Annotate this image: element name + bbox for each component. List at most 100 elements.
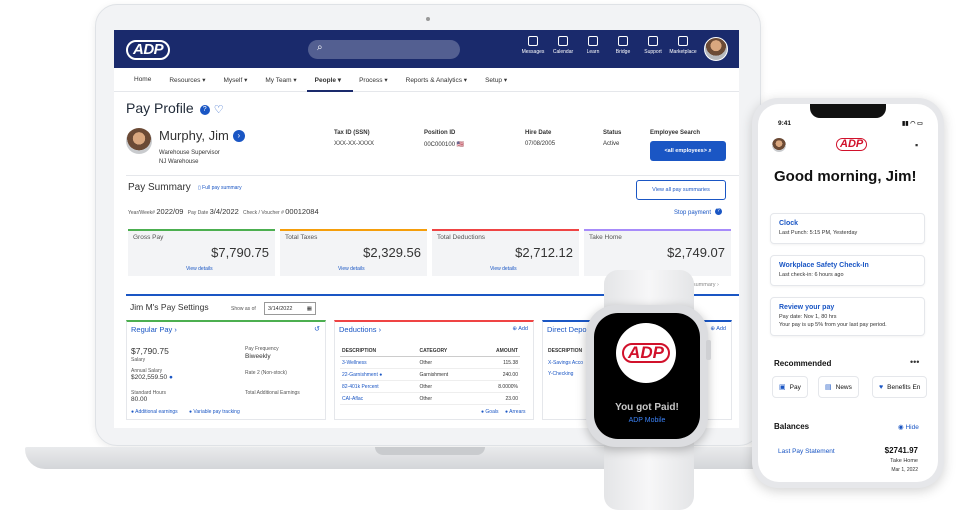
take-home-amount: $2,749.07 (667, 245, 725, 260)
nav-people[interactable]: People ▾ (306, 76, 354, 92)
deductions-title-label: Deductions (339, 325, 377, 334)
variable-pay-tracking-link[interactable]: ● Variable pay tracking (189, 409, 240, 415)
marketplace-label: Marketplace (669, 49, 697, 55)
adp-logo[interactable]: ADP (126, 40, 171, 60)
take-home-label: Take Home (589, 234, 622, 241)
total-deductions-label: Total Deductions (437, 234, 486, 241)
total-taxes-amount: $2,329.56 (363, 245, 421, 260)
regular-pay-panel: Regular Pay › ↺ $7,790.75 Salary Pay Fre… (126, 320, 326, 420)
info-icon[interactable]: ● (379, 372, 382, 378)
regular-pay-title[interactable]: Regular Pay › (131, 325, 177, 334)
history-icon[interactable]: ↺ (314, 325, 320, 333)
learn-button[interactable]: Learn (581, 36, 605, 55)
search-input[interactable]: ⌕ (308, 40, 460, 59)
messages-icon[interactable]: ▪ (915, 140, 918, 150)
date-field[interactable]: 3/14/2022 ▦ (264, 302, 316, 315)
nav-my-team[interactable]: My Team ▾ (265, 76, 296, 84)
table-row[interactable]: 3-Wellness Other 115.38 (340, 356, 520, 369)
check-label: Check / Voucher # (243, 210, 284, 216)
review-pay-card[interactable]: Review your pay Pay date: Nov 1, 80 hrs … (770, 297, 925, 336)
deduction-description[interactable]: 82-401k Percent (340, 380, 418, 393)
deduction-description[interactable]: 3-Wellness (340, 356, 418, 369)
add-deduction-button[interactable]: ⊕ Add (512, 326, 528, 332)
hire-date-label: Hire Date (525, 130, 552, 136)
table-row[interactable]: 82-401k Percent Other 8.0000% (340, 380, 520, 393)
safety-checkin-title: Workplace Safety Check-In (779, 262, 869, 269)
pay-chip[interactable]: ▣ Pay (772, 376, 808, 398)
adp-logo: ADP (836, 138, 868, 151)
standard-hours-value: 80.00 (131, 396, 148, 403)
nav-myself[interactable]: Myself ▾ (223, 76, 247, 84)
deposit-row[interactable]: Y-Checking (548, 371, 573, 377)
goals-link[interactable]: ● Goals (481, 409, 498, 415)
phone-notch (810, 104, 886, 118)
review-pay-detail: Your pay is up 5% from your last pay per… (779, 322, 887, 328)
benefits-chip-label: Benefits En (887, 383, 921, 391)
bridge-label: Bridge (615, 49, 631, 55)
direct-deposit-title[interactable]: Direct Depo (547, 325, 587, 334)
favorite-icon[interactable]: ♡ (214, 104, 224, 116)
help-icon[interactable]: ? (199, 105, 210, 115)
marketplace-button[interactable]: Marketplace (669, 36, 697, 55)
arrears-link[interactable]: ● Arrears (505, 409, 526, 415)
all-employees-button[interactable]: <all employees> ⌕ (650, 141, 726, 161)
stop-payment-label: Stop payment (674, 210, 712, 216)
table-header-row: DESCRIPTION CATEGORY AMOUNT (340, 346, 520, 357)
help-icon: ? (714, 208, 722, 215)
add-deposit-button[interactable]: ⊕ Add (710, 326, 726, 332)
regular-pay-title-label: Regular Pay (131, 325, 173, 334)
hide-button[interactable]: ◉ Hide (898, 423, 919, 431)
more-icon[interactable]: ••• (910, 357, 919, 367)
avatar[interactable] (704, 37, 728, 61)
rate2-label: Rate 2 (Non-stock) (245, 370, 287, 376)
news-chip[interactable]: ▤ News (818, 376, 859, 398)
laptop-notch (375, 447, 485, 455)
employee-name-row: Murphy, Jim › (159, 128, 245, 143)
calendar-icon (558, 36, 568, 46)
employee-role: Warehouse Supervisor (159, 150, 220, 156)
table-row[interactable]: CAI-Aflac Other 23.00 (340, 392, 520, 405)
info-icon[interactable]: ● (169, 374, 173, 381)
calendar-button[interactable]: Calendar (551, 36, 575, 55)
full-pay-summary-link[interactable]: ▯ Full pay summary (198, 185, 242, 191)
support-button[interactable]: Support (641, 36, 665, 55)
table-row[interactable]: 22-Garnishment ● Garnishment 240.00 (340, 368, 520, 381)
page-title: Pay Profile (126, 100, 194, 116)
nav-home[interactable]: Home (134, 76, 151, 83)
pay-date-value: 3/4/2022 (209, 207, 239, 216)
clock-title: Clock (779, 220, 799, 227)
messages-button[interactable]: Messages (521, 36, 545, 55)
benefits-chip[interactable]: ♥ Benefits En (872, 376, 928, 398)
chevron-right-icon[interactable]: › (232, 130, 245, 142)
deposit-row[interactable]: X-Savings Acco (548, 360, 583, 366)
pay-summary-title: Pay Summary (128, 182, 191, 193)
clock-card[interactable]: Clock Last Punch: 5:15 PM, Yesterday (770, 213, 925, 244)
nav-resources[interactable]: Resources ▾ (169, 76, 205, 84)
nav-setup[interactable]: Setup ▾ (485, 76, 507, 84)
avatar[interactable] (772, 138, 786, 152)
divider (126, 175, 739, 176)
deduction-description[interactable]: CAI-Aflac (340, 392, 418, 405)
deductions-title[interactable]: Deductions › (339, 325, 381, 334)
deduction-description[interactable]: 22-Garnishment ● (340, 368, 418, 381)
bridge-button[interactable]: Bridge (611, 36, 635, 55)
nav-reports[interactable]: Reports & Analytics ▾ (406, 76, 467, 84)
tax-id-label: Tax ID (SSN) (334, 130, 370, 136)
search-icon: ⌕ (317, 42, 323, 53)
total-deductions-details-link[interactable]: View details (490, 266, 517, 272)
add-deduction-label: Add (518, 326, 528, 332)
last-pay-statement-link[interactable]: Last Pay Statement (778, 448, 835, 455)
calendar-icon: ▦ (306, 306, 312, 312)
nav-process[interactable]: Process ▾ (359, 76, 388, 84)
news-icon: ▤ (825, 384, 832, 391)
calendar-label: Calendar (552, 49, 574, 55)
stop-payment-link[interactable]: Stop payment ? (674, 208, 722, 216)
top-icons: Messages Calendar Learn Bridge Support M… (521, 36, 697, 55)
safety-checkin-card[interactable]: Workplace Safety Check-In Last check-in:… (770, 255, 925, 286)
deduction-category: Other (417, 380, 475, 393)
view-all-pay-summaries-button[interactable]: View all pay summaries (636, 180, 726, 200)
additional-earnings-link[interactable]: ● Additional earnings (131, 409, 178, 415)
total-taxes-details-link[interactable]: View details (338, 266, 365, 272)
gross-pay-details-link[interactable]: View details (186, 266, 213, 272)
status-time: 9:41 (778, 120, 792, 127)
